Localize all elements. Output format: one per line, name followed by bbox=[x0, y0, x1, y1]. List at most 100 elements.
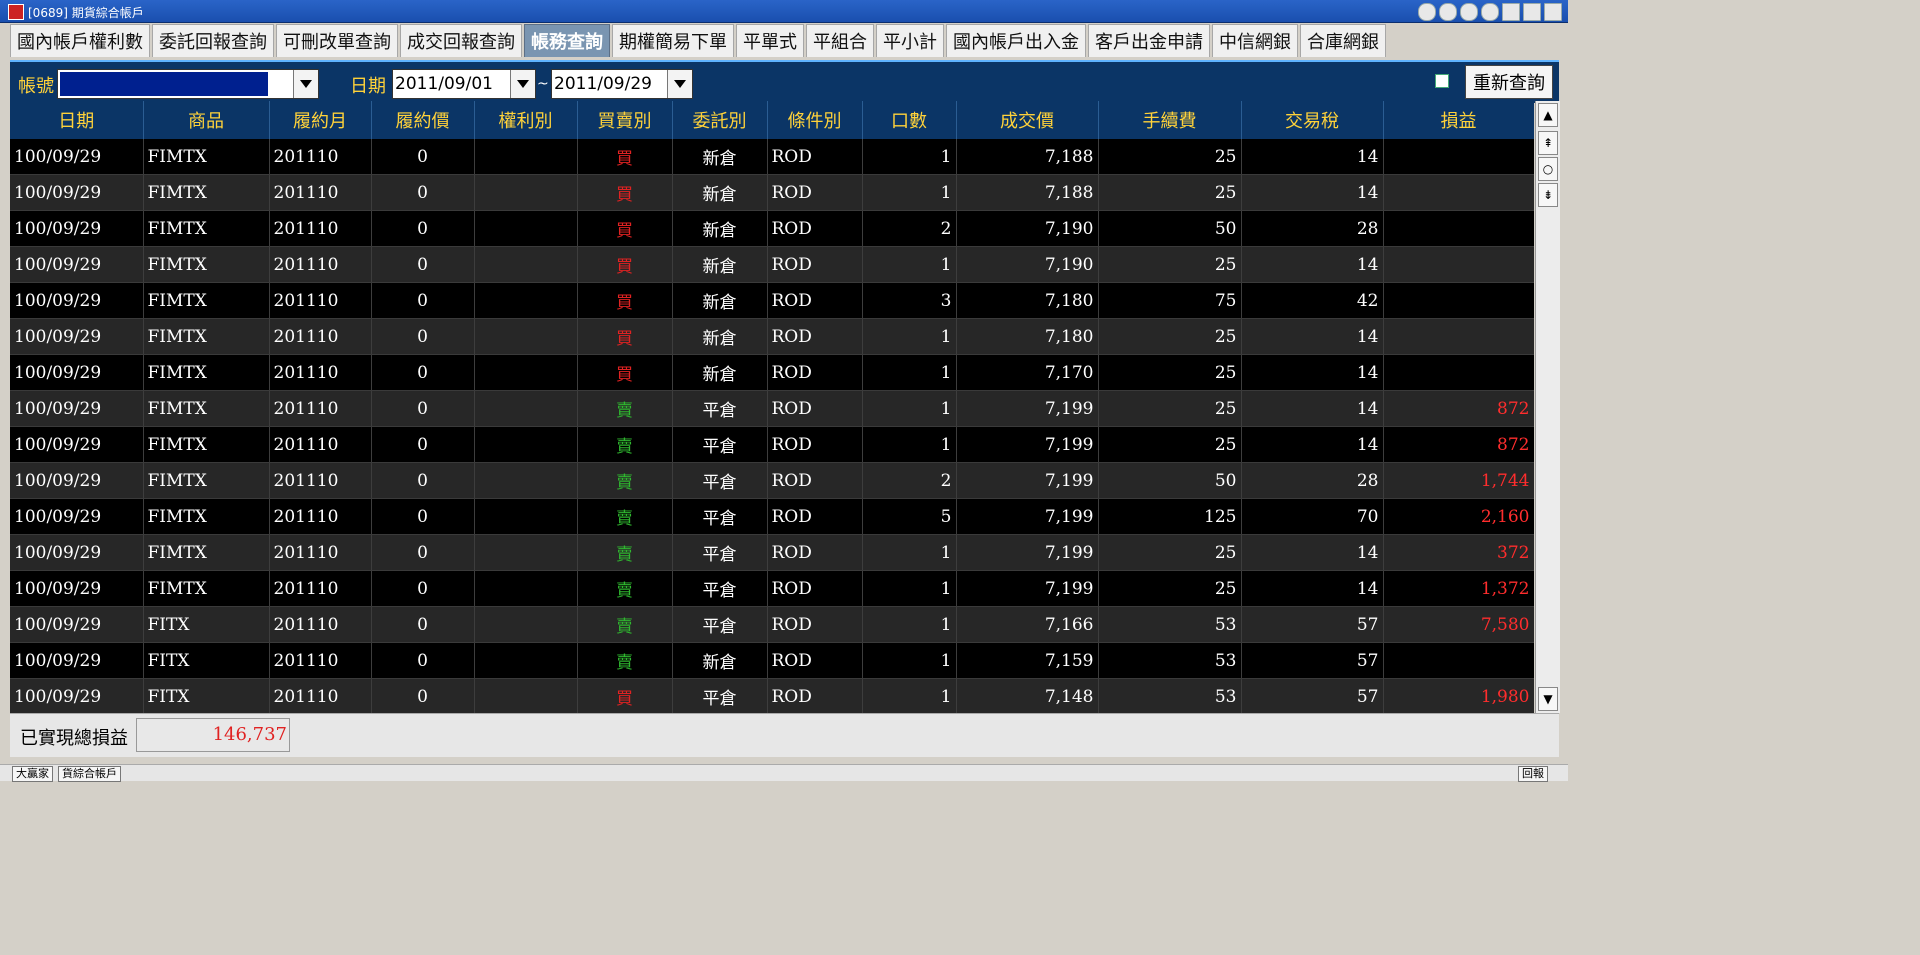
table-cell: 1 bbox=[862, 642, 957, 679]
column-header[interactable]: 損益 bbox=[1383, 101, 1534, 139]
table-row[interactable]: 100/09/29 FITX 201110 0 賣新倉 ROD 1 7,159 53 57 bbox=[10, 642, 1534, 679]
column-header[interactable]: 交易稅 bbox=[1241, 101, 1384, 139]
requery-button[interactable]: 重新查詢 bbox=[1465, 65, 1553, 99]
table-row[interactable]: 100/09/29 FIMTX 201110 0 賣平倉 ROD 1 7,199 25 14 872 bbox=[10, 390, 1534, 427]
taskbar-item[interactable]: 大贏家 bbox=[12, 766, 53, 782]
table-cell: ROD bbox=[767, 210, 863, 247]
column-header[interactable]: 日期 bbox=[10, 101, 144, 139]
help-icon[interactable] bbox=[1418, 3, 1436, 21]
table-cell: 872 bbox=[1383, 390, 1534, 427]
column-header[interactable]: 權利別 bbox=[474, 101, 578, 139]
close-button[interactable] bbox=[1544, 3, 1562, 21]
table-row[interactable]: 100/09/29 FIMTX 201110 0 賣平倉 ROD 1 7,199 25 14 1,3… bbox=[10, 570, 1534, 607]
column-header[interactable]: 委託別 bbox=[672, 101, 768, 139]
table-row[interactable]: 100/09/29 FIMTX 201110 0 買新倉 ROD 1 7,188 25 14 bbox=[10, 174, 1534, 211]
tab-5[interactable]: 期權簡易下單 bbox=[612, 24, 734, 57]
table-cell: FIMTX bbox=[143, 318, 270, 355]
dropdown-arrow-icon[interactable] bbox=[293, 70, 318, 98]
table-row[interactable]: 100/09/29 FIMTX 201110 0 賣平倉 ROD 1 7,199 25 14 372 bbox=[10, 534, 1534, 571]
column-header[interactable]: 口數 bbox=[862, 101, 957, 139]
table-row[interactable]: 100/09/29 FIMTX 201110 0 買新倉 ROD 1 7,170 25 14 bbox=[10, 354, 1534, 391]
vertical-scrollbar[interactable]: ▲ ⇞ ○ ⇟ ▼ bbox=[1535, 101, 1560, 713]
column-header[interactable]: 商品 bbox=[143, 101, 270, 139]
print-icon[interactable] bbox=[1460, 3, 1478, 21]
table-cell: ROD bbox=[767, 354, 863, 391]
scroll-down-icon[interactable]: ▼ bbox=[1538, 687, 1558, 711]
taskbar-report[interactable]: 回報 bbox=[1518, 766, 1548, 782]
table-cell: 53 bbox=[1098, 678, 1242, 713]
table-row[interactable]: 100/09/29 FIMTX 201110 0 買新倉 ROD 1 7,188 25 14 bbox=[10, 139, 1534, 175]
tab-6[interactable]: 平單式 bbox=[736, 24, 804, 57]
tab-4[interactable]: 帳務查詢 bbox=[524, 24, 610, 57]
table-row[interactable]: 100/09/29 FITX 201110 0 買平倉 ROD 1 7,148 53 57 1,98… bbox=[10, 678, 1534, 713]
table-row[interactable]: 100/09/29 FIMTX 201110 0 賣平倉 ROD 2 7,199 50 28 1,7… bbox=[10, 462, 1534, 499]
column-header[interactable]: 履約價 bbox=[371, 101, 475, 139]
tab-7[interactable]: 平組合 bbox=[806, 24, 874, 57]
date-to-field[interactable]: 2011/09/29 bbox=[551, 69, 693, 99]
tab-0[interactable]: 國內帳戶權利數 bbox=[10, 24, 150, 57]
tab-2[interactable]: 可刪改單查詢 bbox=[276, 24, 398, 57]
table-cell: 100/09/29 bbox=[10, 246, 144, 283]
date-from-field[interactable]: 2011/09/01 bbox=[392, 69, 536, 99]
table-cell: 100/09/29 bbox=[10, 210, 144, 247]
table-cell: ROD bbox=[767, 498, 863, 535]
info-icon[interactable] bbox=[1439, 3, 1457, 21]
taskbar: 大贏家 貨綜合帳戶 回報 bbox=[0, 764, 1568, 782]
maximize-button[interactable] bbox=[1523, 3, 1541, 21]
table-cell: 平倉 bbox=[672, 426, 768, 463]
date-to-value: 2011/09/29 bbox=[554, 74, 652, 94]
tab-1[interactable]: 委託回報查詢 bbox=[152, 24, 274, 57]
table-cell: FITX bbox=[143, 642, 270, 679]
settings-icon[interactable] bbox=[1481, 3, 1499, 21]
table-cell bbox=[1383, 354, 1534, 391]
table-cell bbox=[1383, 642, 1534, 679]
table-row[interactable]: 100/09/29 FIMTX 201110 0 買新倉 ROD 1 7,190 25 14 bbox=[10, 246, 1534, 283]
column-header[interactable]: 履約月 bbox=[269, 101, 372, 139]
tab-10[interactable]: 客戶出金申請 bbox=[1088, 24, 1210, 57]
table-cell: 1 bbox=[862, 174, 957, 211]
scroll-up-icon[interactable]: ▲ bbox=[1538, 103, 1558, 127]
tab-11[interactable]: 中信網銀 bbox=[1212, 24, 1298, 57]
tab-12[interactable]: 合庫網銀 bbox=[1300, 24, 1386, 57]
scroll-down-page-icon[interactable]: ⇟ bbox=[1538, 183, 1558, 207]
dropdown-arrow-icon[interactable] bbox=[667, 70, 692, 98]
table-row[interactable]: 100/09/29 FIMTX 201110 0 買新倉 ROD 3 7,180 75 42 bbox=[10, 282, 1534, 319]
scroll-top-icon[interactable]: ⇞ bbox=[1538, 131, 1558, 155]
table-cell: 7,148 bbox=[956, 678, 1099, 713]
table-cell: 買 bbox=[577, 282, 673, 319]
table-cell: 100/09/29 bbox=[10, 570, 144, 607]
table-row[interactable]: 100/09/29 FIMTX 201110 0 買新倉 ROD 1 7,180 25 14 bbox=[10, 318, 1534, 355]
account-select[interactable] bbox=[57, 69, 319, 99]
scroll-circle-icon[interactable]: ○ bbox=[1538, 157, 1558, 181]
table-cell: 70 bbox=[1241, 498, 1384, 535]
table-cell: 平倉 bbox=[672, 498, 768, 535]
column-header[interactable]: 成交價 bbox=[956, 101, 1099, 139]
dropdown-arrow-icon[interactable] bbox=[510, 70, 535, 98]
table-cell: 53 bbox=[1098, 606, 1242, 643]
table-cell: ROD bbox=[767, 174, 863, 211]
column-header[interactable]: 條件別 bbox=[767, 101, 863, 139]
table-cell: 1 bbox=[862, 534, 957, 571]
table-cell: 7,180 bbox=[956, 318, 1099, 355]
tab-3[interactable]: 成交回報查詢 bbox=[400, 24, 522, 57]
table-cell: 14 bbox=[1241, 354, 1384, 391]
tab-9[interactable]: 國內帳戶出入金 bbox=[946, 24, 1086, 57]
table-row[interactable]: 100/09/29 FITX 201110 0 賣平倉 ROD 1 7,166 53 57 7,58… bbox=[10, 606, 1534, 643]
table-cell: ROD bbox=[767, 678, 863, 713]
table-row[interactable]: 100/09/29 FIMTX 201110 0 賣平倉 ROD 5 7,199 125 70 2,… bbox=[10, 498, 1534, 535]
table-cell bbox=[474, 282, 578, 319]
window-titlebar: [0689] 期貨綜合帳戶 bbox=[0, 0, 1568, 23]
tab-8[interactable]: 平小計 bbox=[876, 24, 944, 57]
taskbar-item[interactable]: 貨綜合帳戶 bbox=[58, 766, 121, 782]
table-row[interactable]: 100/09/29 FIMTX 201110 0 賣平倉 ROD 1 7,199 25 14 872 bbox=[10, 426, 1534, 463]
column-header[interactable]: 買賣別 bbox=[577, 101, 673, 139]
table-cell: ROD bbox=[767, 534, 863, 571]
table-cell: 1,980 bbox=[1383, 678, 1534, 713]
table-cell: 53 bbox=[1098, 642, 1242, 679]
minimize-button[interactable] bbox=[1502, 3, 1520, 21]
export-icon[interactable] bbox=[1435, 74, 1449, 88]
table-cell: 0 bbox=[371, 426, 475, 463]
column-header[interactable]: 手續費 bbox=[1098, 101, 1242, 139]
table-cell: 平倉 bbox=[672, 678, 768, 713]
table-row[interactable]: 100/09/29 FIMTX 201110 0 買新倉 ROD 2 7,190 50 28 bbox=[10, 210, 1534, 247]
